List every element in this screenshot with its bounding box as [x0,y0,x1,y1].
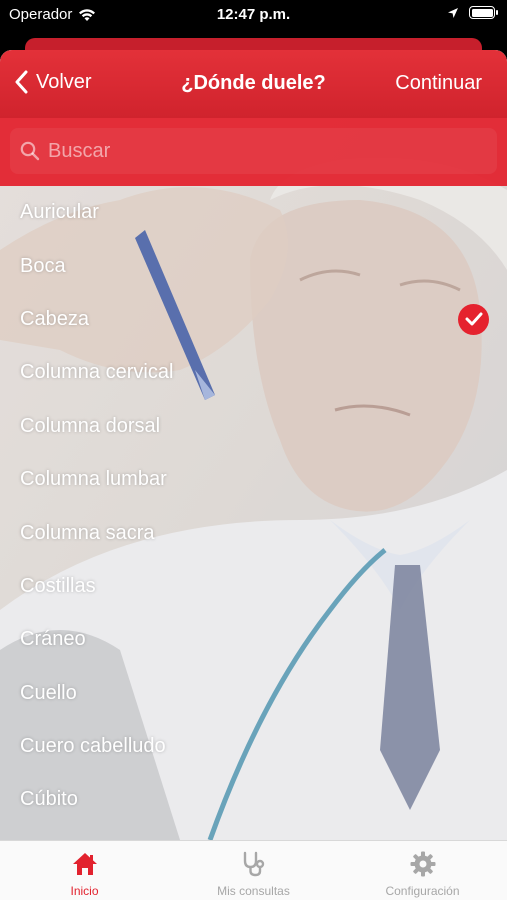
list-item-label: Costillas [20,574,96,597]
list-item[interactable]: Costillas [0,560,507,613]
tab-label: Mis consultas [217,884,290,898]
list-item[interactable]: Boca [0,239,507,292]
list-item-label: Cúbito [20,788,78,811]
list-item-label: Columna dorsal [20,414,161,437]
tab-configuracion[interactable]: Configuración [338,841,507,900]
list-item-label: Cuello [20,681,77,704]
search-field[interactable] [10,128,497,174]
tab-inicio[interactable]: Inicio [0,841,169,900]
back-button[interactable]: Volver [14,70,92,94]
search-icon [20,141,40,161]
list-item[interactable]: Cráneo [0,613,507,666]
chevron-left-icon [15,70,28,94]
status-right [447,6,498,19]
list-item-label: Cuero cabelludo [20,735,166,758]
list-item-label: Columna lumbar [20,468,167,491]
tab-mis-consultas[interactable]: Mis consultas [169,841,338,900]
list-item[interactable]: Cabeza [0,293,507,346]
tab-label: Inicio [70,884,99,898]
location-arrow-icon [448,7,458,18]
search-input[interactable] [48,139,468,163]
tab-label: Configuración [385,884,460,898]
list-item[interactable]: Auricular [0,186,507,239]
home-icon [72,853,97,875]
navigation-bar: Volver ¿Dónde duele? Continuar [0,50,507,118]
list-item[interactable]: Cuero cabelludo [0,720,507,773]
search-bar [0,118,507,186]
body-part-picker-sheet: Volver ¿Dónde duele? Continuar Auricular… [0,50,507,900]
body-part-list: Auricular Boca Cabeza Columna cervical Colum… [0,186,507,827]
battery-icon [469,6,498,19]
continue-button[interactable]: Continuar [395,72,482,95]
list-item-label: Cráneo [20,628,86,651]
list-item[interactable]: Cuello [0,667,507,720]
tab-bar: Inicio Mis consultas Configuración [0,840,507,900]
list-item-label: Auricular [20,201,99,224]
list-item[interactable]: Columna cervical [0,346,507,399]
list-item-label: Cabeza [20,307,89,330]
list-item[interactable]: Cúbito [0,773,507,826]
list-item-label: Columna sacra [20,521,155,544]
back-label: Volver [36,70,92,93]
list-item-label: Boca [20,254,66,277]
checkmark-icon [458,303,489,335]
list-item[interactable]: Columna dorsal [0,400,507,453]
stethoscope-icon [243,851,264,877]
list-item[interactable]: Columna lumbar [0,453,507,506]
gear-icon [410,851,435,877]
list-item-label: Columna cervical [20,361,174,384]
status-bar: Operador 12:47 p.m. [0,0,507,30]
list-item[interactable]: Columna sacra [0,506,507,559]
status-time: 12:47 p.m. [216,6,291,23]
